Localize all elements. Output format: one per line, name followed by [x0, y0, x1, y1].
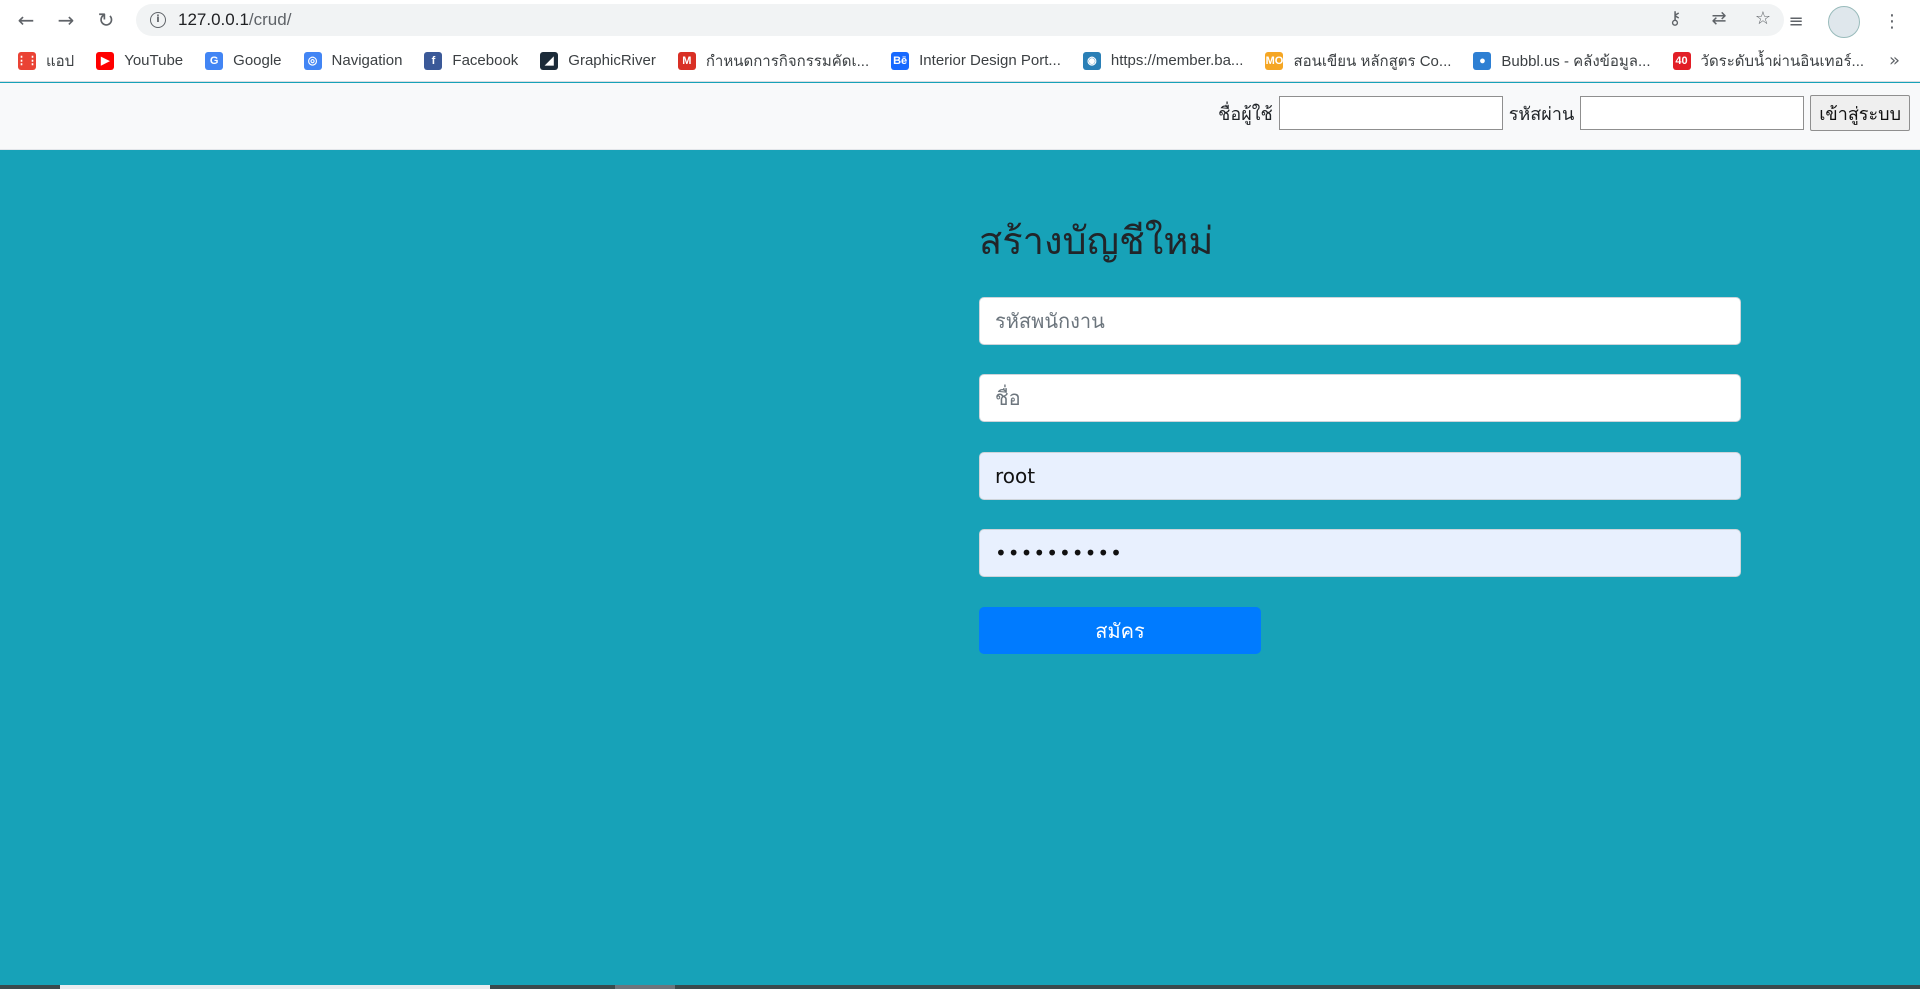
bookmarks-overflow-icon[interactable]: » [1889, 50, 1900, 71]
bookmark-item[interactable]: f Facebook [424, 51, 519, 70]
reload-icon[interactable]: ↻ [92, 6, 120, 34]
youtube-icon: ▶ [96, 51, 115, 70]
apps-grid-icon: ⋮⋮ [16, 51, 38, 70]
profile-avatar[interactable] [1828, 6, 1860, 38]
username-input[interactable] [979, 452, 1741, 500]
graphicriver-icon: ◢ [540, 51, 559, 70]
translate-icon[interactable]: ⇄ [1708, 8, 1730, 30]
bookmarks-bar: ⋮⋮ แอป ▶ YouTube G Google ◎ Navigation f Facebook… [0, 40, 1920, 82]
facebook-icon: f [424, 51, 443, 70]
bookmark-label: https://member.ba... [1110, 52, 1244, 69]
bookmark-item[interactable]: ● Bubbl.us - คลังข้อมูล... [1473, 49, 1651, 73]
password-label: รหัสผ่าน [1508, 103, 1575, 125]
login-navbar: ชื่อผู้ใช้ รหัสผ่าน เข้าสู่ระบบ [0, 83, 1920, 150]
bookmark-item[interactable]: ◢ GraphicRiver [540, 51, 656, 70]
media-control-icon[interactable]: ≡ [1782, 8, 1810, 36]
bookmark-label: สอนเขียน หลักสูตร Co... [1293, 52, 1452, 70]
bookmark-label: แอป [46, 52, 75, 70]
page-title: สร้างบัญชีใหม่ [979, 219, 1214, 263]
bookmark-item[interactable]: Bē Interior Design Port... [891, 51, 1061, 70]
login-form: ชื่อผู้ใช้ รหัสผ่าน เข้าสู่ระบบ [1218, 95, 1910, 131]
employee-id-input[interactable] [979, 297, 1741, 345]
bookmark-item[interactable]: MO สอนเขียน หลักสูตร Co... [1265, 49, 1451, 73]
forty-icon: 40 [1672, 51, 1691, 70]
star-icon[interactable]: ☆ [1752, 8, 1774, 30]
browser-toolbar: ← → ↻ i 127.0.0.1/crud/ ⚷ ⇄ ☆ ≡ ⋮ [0, 0, 1920, 40]
name-input[interactable] [979, 374, 1741, 422]
login-password-input[interactable] [1580, 96, 1805, 130]
menu-dots-icon[interactable]: ⋮ [1878, 8, 1906, 36]
bookmark-label: Navigation [331, 52, 403, 69]
mo-icon: MO [1265, 51, 1284, 70]
taskbar-segment [615, 985, 675, 989]
login-button[interactable]: เข้าสู่ระบบ [1810, 95, 1910, 131]
password-input[interactable] [979, 529, 1741, 577]
bookmark-label: GraphicRiver [568, 52, 656, 69]
bookmark-label: Bubbl.us - คลังข้อมูล... [1501, 52, 1651, 70]
address-bar[interactable]: i 127.0.0.1/crud/ ⚷ ⇄ ☆ [136, 4, 1784, 36]
bookmark-item[interactable]: ◎ Navigation [303, 51, 403, 70]
bookmark-label: วัดระดับน้ำผ่านอินเทอร์... [1700, 52, 1865, 70]
bubblus-icon: ● [1473, 51, 1492, 70]
bookmark-item[interactable]: 40 วัดระดับน้ำผ่านอินเทอร์... [1672, 49, 1865, 73]
url-text[interactable]: 127.0.0.1/crud/ [178, 10, 291, 30]
bookmark-label: Interior Design Port... [919, 52, 1061, 69]
bookmark-label: Google [233, 52, 282, 69]
bookmark-item[interactable]: G Google [205, 51, 282, 70]
key-icon[interactable]: ⚷ [1664, 8, 1686, 30]
gmail-icon: M [677, 51, 696, 70]
bookmark-label: Facebook [452, 52, 519, 69]
taskbar-segment [60, 985, 490, 989]
bookmark-label: กำหนดการกิจกรรมคัดเ... [705, 52, 870, 70]
back-arrow-icon[interactable]: ← [12, 6, 40, 34]
bottom-taskbar-strip [0, 985, 1920, 989]
login-username-input[interactable] [1278, 96, 1503, 130]
bookmark-item[interactable]: ▶ YouTube [96, 51, 184, 70]
bookmark-label: YouTube [124, 52, 184, 69]
site-info-icon[interactable]: i [150, 12, 166, 28]
google-icon: G [205, 51, 224, 70]
bookmark-item[interactable]: ⋮⋮ แอป [16, 49, 75, 73]
navigation-icon: ◎ [303, 51, 322, 70]
behance-icon: Bē [891, 51, 910, 70]
bookmark-item[interactable]: M กำหนดการกิจกรรมคัดเ... [677, 49, 870, 73]
forward-arrow-icon[interactable]: → [52, 6, 80, 34]
member-site-icon: ◉ [1082, 51, 1101, 70]
bookmark-item[interactable]: ◉ https://member.ba... [1082, 51, 1244, 70]
username-label: ชื่อผู้ใช้ [1218, 103, 1273, 125]
register-button[interactable]: สมัคร [979, 607, 1261, 654]
